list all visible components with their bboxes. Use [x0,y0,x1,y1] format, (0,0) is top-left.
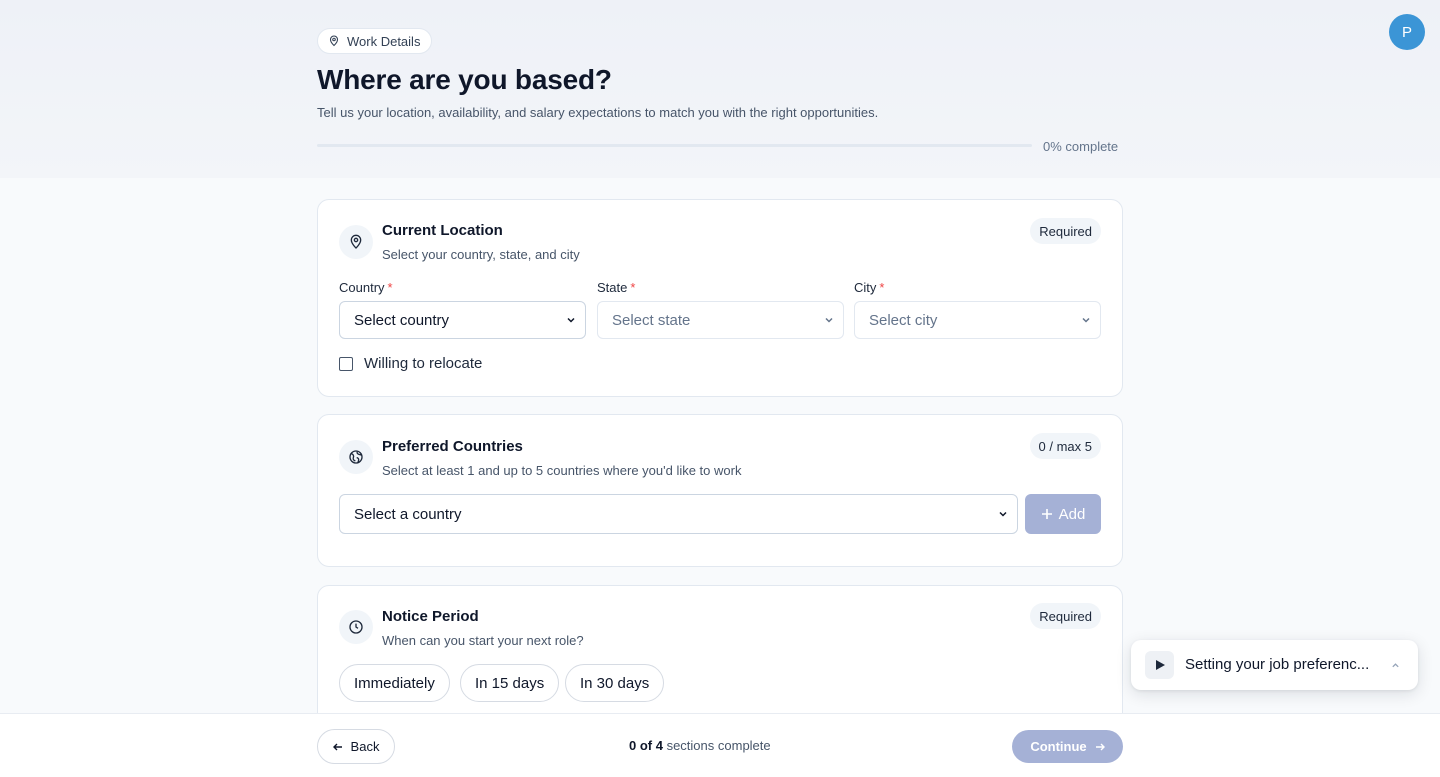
card-title: Current Location [382,222,503,239]
sections-status: 0 of 4 sections complete [629,738,771,753]
required-marker: * [630,280,636,295]
breadcrumb-label: Work Details [347,33,421,49]
countries-count-badge: 0 / max 5 [1029,433,1101,459]
country-select[interactable]: Select country [339,301,586,339]
preferred-countries-card: Preferred Countries Select at least 1 an… [317,414,1123,567]
back-button[interactable]: Back [317,729,395,764]
footer-bar: Back 0 of 4 sections complete Continue [0,713,1440,777]
current-location-card: Current Location Select your country, st… [317,199,1123,397]
card-title: Preferred Countries [382,438,523,455]
required-badge: Required [1030,603,1101,629]
chevron-down-icon [1082,317,1090,323]
play-icon [1155,660,1165,670]
add-label: Add [1058,505,1086,523]
user-avatar[interactable]: P [1389,14,1425,50]
country-label-text: Country [339,280,385,295]
onboarding-toast[interactable]: Setting your job preferenc... [1131,640,1418,690]
state-select-value: Select state [612,311,691,329]
relocate-label: Willing to relocate [364,355,483,372]
preferred-country-value: Select a country [354,505,462,523]
card-description: Select your country, state, and city [382,247,580,262]
city-select-value: Select city [869,311,938,329]
globe-icon-wrap [339,440,373,474]
clock-icon [349,620,363,634]
city-label-text: City [854,280,877,295]
state-label-text: State [597,280,628,295]
toast-text: Setting your job preferenc... [1185,656,1370,673]
location-pin-icon [350,234,362,249]
avatar-initial: P [1401,23,1412,41]
required-badge: Required [1030,218,1101,244]
page-subtitle: Tell us your location, availability, and… [317,105,879,120]
back-label: Back [350,739,380,754]
breadcrumb: Work Details [317,28,433,54]
location-pin-icon [329,35,339,47]
preferred-country-select[interactable]: Select a country [339,494,1018,534]
city-select[interactable]: Select city [854,301,1101,339]
city-label: City * [854,280,884,295]
continue-label: Continue [1030,739,1087,754]
clock-icon-wrap [339,610,373,644]
sections-count: 0 of 4 [629,738,663,753]
globe-icon [349,450,363,464]
chevron-up-icon[interactable] [1391,661,1400,670]
required-marker: * [879,280,885,295]
plus-icon [1041,509,1052,519]
card-description: When can you start your next role? [382,633,584,648]
country-select-value: Select country [354,311,450,329]
notice-option-30-days[interactable]: In 30 days [565,664,665,702]
page-title: Where are you based? [317,64,612,95]
state-select[interactable]: Select state [597,301,844,339]
chevron-down-icon [999,511,1007,517]
notice-option-15-days[interactable]: In 15 days [460,664,560,702]
sections-suffix: sections complete [662,738,771,753]
progress-bar [317,144,1032,147]
continue-button[interactable]: Continue [1012,730,1123,763]
relocate-option[interactable]: Willing to relocate [339,355,482,372]
arrow-right-icon [1095,743,1105,750]
chevron-down-icon [825,317,833,323]
required-marker: * [387,280,393,295]
card-description: Select at least 1 and up to 5 countries … [382,463,742,478]
chevron-down-icon [567,317,575,323]
card-title: Notice Period [382,608,479,625]
header-background [0,0,1440,178]
add-country-button[interactable]: Add [1025,494,1101,534]
country-label: Country * [339,280,393,295]
notice-option-immediately[interactable]: Immediately [339,664,450,702]
state-label: State * [597,280,635,295]
relocate-checkbox[interactable] [339,356,353,371]
play-button[interactable] [1145,651,1174,679]
arrow-left-icon [332,743,342,750]
progress-label: 0% complete [1043,139,1119,154]
location-icon-wrap [339,225,373,259]
